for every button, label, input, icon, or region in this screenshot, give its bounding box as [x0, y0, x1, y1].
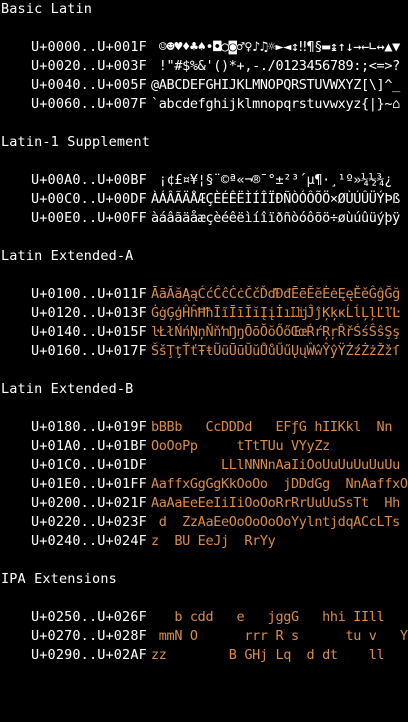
code-range: U+0270..U+028F: [31, 628, 147, 644]
code-range: U+00C0..U+00DF: [31, 191, 147, 207]
glyph-run: d ZzAaEeOoOoOoOoYylntjdqACcLTs: [151, 514, 400, 530]
code-row: U+0270..U+028F mmN O rrr R s tu v Y: [0, 627, 408, 646]
code-range: U+01C0..U+01DF: [31, 457, 147, 473]
code-range: U+0140..U+015F: [31, 324, 147, 340]
code-row: U+0240..U+024F z BU EeJj RrYy: [0, 532, 408, 551]
code-row: U+0040..U+005F @ABCDEFGHIJKLMNOPQRSTUVWX…: [0, 76, 408, 95]
glyph-run: ŀŁłŃńŅņŇňŉŊŋŌōŎŏŐőŒœŔŕŖŗŘřŚśŜŝŞş: [151, 324, 400, 340]
glyph-run: z BU EeJj RrYy: [151, 533, 276, 549]
glyph-run: AaAaEeEeIiIiOoOoRrRrUuUuSsTt Hh: [151, 495, 400, 511]
code-range: U+01A0..U+01BF: [31, 438, 147, 454]
glyph-run: ÀÁÂÃÄÅÆÇÈÉÊËÌÍÎÏÐÑÒÓÔÕÖ×ØÙÚÛÜÝÞß: [151, 191, 400, 207]
code-row: U+0250..U+026F b cdd e jggG hhi IIll: [0, 608, 408, 627]
code-row: U+0290..U+02AF zz B GHj Lq d dt ll: [0, 646, 408, 665]
code-range: U+0290..U+02AF: [31, 647, 147, 663]
glyph-run: bBBb CcDDDd EFƒG hIIKkl Nn: [151, 419, 393, 435]
code-row: U+0000..U+001F ☺☻♥♦♣♠•◘○◙♂♀♪♫☼►◄↕‼¶§▬↨↑↓…: [0, 38, 408, 57]
code-range: U+0160..U+017F: [31, 343, 147, 359]
code-range: U+0250..U+026F: [31, 609, 147, 625]
code-range: U+0060..U+007F: [31, 96, 147, 112]
glyph-run: AaffxGgGgKkOoOo jDDdGg NnAaffxOo: [151, 476, 408, 492]
section-title: IPA Extensions: [1, 571, 117, 587]
code-range: U+0000..U+001F: [31, 39, 147, 55]
code-range: U+01E0..U+01FF: [31, 476, 147, 492]
code-row: U+0220..U+023F d ZzAaEeOoOoOoOoYylntjdqA…: [0, 513, 408, 532]
glyph-run: zz B GHj Lq d dt ll: [151, 647, 385, 663]
glyph-run: OoOoPp tTtTUu VYyZz: [151, 438, 330, 454]
code-row: U+01C0..U+01DF LLlNNNnAaIiOoUuUuUuUuUu A…: [0, 456, 408, 475]
glyph-run: ŠšŢţŤťŦŧŨũŪūŬŭŮůŰűŲųŴŵŶŷŸŹźŻżŽžſ: [151, 343, 400, 359]
code-row: U+0200..U+021F AaAaEeEeIiIiOoOoRrRrUuUuS…: [0, 494, 408, 513]
glyph-run: `abcdefghijklmnopqrstuvwxyz{|}~⌂: [151, 96, 400, 112]
glyph-run: ☺☻♥♦♣♠•◘○◙♂♀♪♫☼►◄↕‼¶§▬↨↑↓→←∟↔▲▼: [151, 39, 400, 55]
code-row: U+0160..U+017F ŠšŢţŤťŦŧŨũŪūŬŭŮůŰűŲųŴŵŶŷŸ…: [0, 342, 408, 361]
section-title: Latin Extended-B: [1, 381, 134, 397]
code-row: U+00C0..U+00DF ÀÁÂÃÄÅÆÇÈÉÊËÌÍÎÏÐÑÒÓÔÕÖ×Ø…: [0, 190, 408, 209]
code-row: U+01A0..U+01BF OoOoPp tTtTUu VYyZz: [0, 437, 408, 456]
code-row: U+00A0..U+00BF ¡¢£¤¥¦§¨©ª«¬­®¯°±²³´µ¶·¸¹…: [0, 171, 408, 190]
code-range: U+0020..U+003F: [31, 58, 147, 74]
glyph-run: b cdd e jggG hhi IIll: [151, 609, 385, 625]
code-range: U+00E0..U+00FF: [31, 210, 147, 226]
glyph-run: mmN O rrr R s tu v Y: [151, 628, 408, 644]
section-title: Latin-1 Supplement: [1, 134, 150, 150]
glyph-run: àáâãäåæçèéêëìíîïðñòóôõö÷øùúûüýþÿ: [151, 210, 400, 226]
section-title: Basic Latin: [1, 1, 93, 17]
glyph-run: !"#$%&'()*+,-./0123456789:;<=>?: [151, 58, 400, 74]
glyph-run: @ABCDEFGHIJKLMNOPQRSTUVWXYZ[\]^_: [151, 77, 400, 93]
code-range: U+0180..U+019F: [31, 419, 147, 435]
code-row: U+01E0..U+01FF AaffxGgGgKkOoOo jDDdGg Nn…: [0, 475, 408, 494]
code-range: U+00A0..U+00BF: [31, 172, 147, 188]
glyph-run: ¡¢£¤¥¦§¨©ª«¬­®¯°±²³´µ¶·¸¹º»¼½¾¿: [151, 172, 393, 188]
code-range: U+0040..U+005F: [31, 77, 147, 93]
code-range: U+0240..U+024F: [31, 533, 147, 549]
glyph-run: ĀāĂăĄąĆćĈĉĊċČčĎďĐđĒēĔĕĖėĘęĚěĜĝĞğ: [151, 286, 400, 302]
code-row: U+0180..U+019F bBBb CcDDDd EFƒG hIIKkl N…: [0, 418, 408, 437]
code-row: U+0020..U+003F !"#$%&'()*+,-./0123456789…: [0, 57, 408, 76]
code-row: U+00E0..U+00FF àáâãäåæçèéêëìíîïðñòóôõö÷ø…: [0, 209, 408, 228]
code-row: U+0140..U+015F ŀŁłŃńŅņŇňŉŊŋŌōŎŏŐőŒœŔŕŖŗŘ…: [0, 323, 408, 342]
code-range: U+0200..U+021F: [31, 495, 147, 511]
code-row: U+0100..U+011F ĀāĂăĄąĆćĈĉĊċČčĎďĐđĒēĔĕĖėĘ…: [0, 285, 408, 304]
code-row: U+0060..U+007F `abcdefghijklmnopqrstuvwx…: [0, 95, 408, 114]
glyph-run: ĠġĢģĤĥĦħĨĩĪīĬĭĮįİıĲĳĴĵĶķĸĹĺĻļĽľĿ: [151, 305, 400, 321]
code-range: U+0120..U+013F: [31, 305, 147, 321]
glyph-run: LLlNNNnAaIiOoUuUuUuUuUu Aa: [151, 457, 408, 473]
code-range: U+0100..U+011F: [31, 286, 147, 302]
section-title: Latin Extended-A: [1, 248, 134, 264]
code-range: U+0220..U+023F: [31, 514, 147, 530]
code-row: U+0120..U+013F ĠġĢģĤĥĦħĨĩĪīĬĭĮįİıĲĳĴĵĶķĸ…: [0, 304, 408, 323]
